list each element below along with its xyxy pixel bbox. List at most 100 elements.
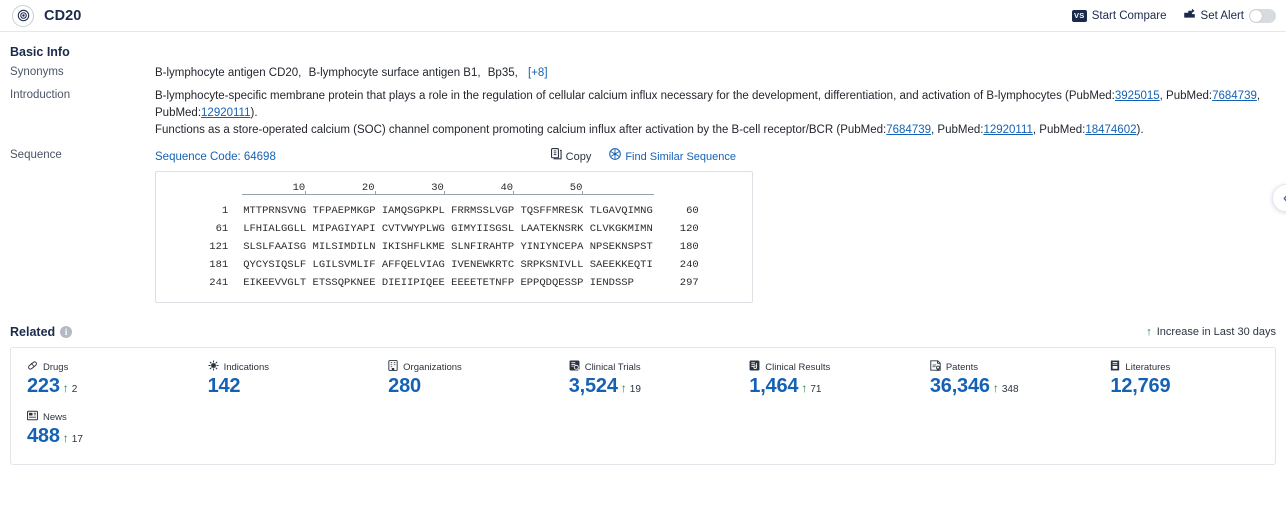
alert-toggle[interactable] [1249, 8, 1276, 23]
up-arrow-icon: ↑ [620, 381, 627, 395]
intro-text: , PubMed: [1159, 90, 1213, 102]
stat-header: Clinical Results [749, 360, 914, 374]
clinical-trial-icon [569, 360, 580, 374]
find-similar-sequence-button[interactable]: Find Similar Sequence [609, 148, 736, 166]
ruler-tick [513, 191, 515, 195]
copy-label: Copy [565, 150, 592, 163]
copy-icon [550, 148, 562, 166]
ruler-tick [443, 191, 445, 195]
stat-delta: 17 [71, 434, 83, 445]
pubmed-link[interactable]: 7684739 [886, 124, 931, 136]
stat-card-patents[interactable]: Patents 36,346 ↑ 348 [914, 360, 1095, 398]
sequence-start-index: 121 [209, 241, 229, 253]
intro-text: , PubMed: [931, 124, 984, 136]
synonym-item: Bp35, [487, 67, 518, 79]
find-similar-label: Find Similar Sequence [625, 150, 736, 163]
stat-value-row: 223 ↑ 2 [27, 375, 192, 398]
stat-delta: 348 [1001, 384, 1019, 395]
sequence-end-index: 240 [679, 259, 699, 271]
sequence-start-index: 1 [221, 205, 229, 217]
stat-label: Indications [223, 361, 269, 373]
stat-value: 1,464 [749, 375, 799, 397]
stat-label: Drugs [43, 361, 69, 373]
pubmed-link[interactable]: 3925015 [1115, 90, 1160, 102]
sequence-label: Sequence [10, 149, 62, 161]
stat-header: Organizations [388, 360, 553, 374]
related-header: Related i ↑ Increase in Last 30 days [10, 309, 1276, 347]
stat-value: 223 [27, 375, 60, 397]
synonyms-row: Synonyms B-lymphocyte antigen CD20, B-ly… [10, 65, 1276, 82]
ruler-tick [305, 191, 307, 195]
sequence-ruler: 10 20 30 40 50 [242, 180, 654, 202]
synonyms-more-link[interactable]: [+8] [528, 67, 548, 79]
stat-header: Clinical Trials [569, 360, 734, 374]
sequence-tools: Copy Find Similar Sequence [550, 148, 1276, 166]
basic-info-heading: Basic Info [10, 45, 70, 59]
intro-text: , PubMed: [1032, 124, 1086, 136]
up-arrow-icon: ↑ [62, 381, 69, 395]
ruler-tick [374, 191, 376, 195]
related-title: Related [10, 325, 56, 339]
building-icon [388, 360, 398, 374]
intro-text: ). [1136, 124, 1144, 136]
sequence-start-index: 181 [209, 259, 229, 271]
stat-value: 3,524 [568, 375, 618, 397]
legend-label: Increase in Last 30 days [1156, 326, 1276, 338]
sequence-line: 121 SLSLFAAISG MILSIMDILN IKISHFLKME SLN… [208, 238, 699, 256]
pubmed-link[interactable]: 7684739 [1212, 90, 1257, 102]
page-title: CD20 [44, 7, 82, 24]
introduction-value: B-lymphocyte-specific membrane protein t… [155, 88, 1276, 139]
pill-icon [27, 360, 38, 374]
stat-value: 142 [207, 375, 241, 397]
sequence-line: 61 LFHIALGGLL MIPAGIYAPI CVTVWYPLWG GIMY… [208, 220, 699, 238]
sequence-residues: MTTPRNSVNG TFPAEPMKGP IAMQSGPKPL FRRMSSL… [243, 205, 653, 217]
stat-value: 280 [388, 375, 421, 397]
target-icon [12, 4, 34, 27]
start-compare-button[interactable]: VS Start Compare [1071, 9, 1167, 22]
synonym-item: B-lymphocyte surface antigen B1, [308, 67, 481, 79]
synonyms-value: B-lymphocyte antigen CD20, B-lymphocyte … [155, 65, 1276, 82]
sequence-residues: QYCYSIQSLF LGILSVMLIF AFFQELVIAG IVENEWK… [243, 259, 653, 271]
copy-button[interactable]: Copy [550, 148, 592, 166]
news-icon [27, 410, 38, 424]
intro-text: Functions as a store-operated calcium (S… [155, 124, 887, 136]
intro-text: B-lymphocyte-specific membrane protein t… [155, 90, 1115, 102]
stat-value-row: 12,769 [1110, 375, 1275, 398]
sequence-table: 10 20 30 40 50 1 MTTPRNSVNG TFPAEPMKGP IAMQS… [208, 180, 699, 292]
sequence-start-index: 61 [215, 223, 229, 235]
up-arrow-icon: ↑ [801, 381, 808, 395]
stat-value-row: 280 [388, 375, 553, 398]
synonym-item: B-lymphocyte antigen CD20, [155, 67, 302, 79]
vs-icon: VS [1071, 9, 1087, 22]
pubmed-link[interactable]: 12920111 [983, 124, 1032, 136]
patent-icon [930, 360, 941, 374]
sequence-ruler-row: 10 20 30 40 50 [208, 180, 699, 202]
stat-value-row: 142 [208, 375, 373, 398]
stat-delta: 71 [810, 384, 822, 395]
stat-delta: 2 [71, 384, 78, 395]
stat-card-drugs[interactable]: Drugs 223 ↑ 2 [11, 360, 192, 398]
set-alert-button[interactable]: Set Alert [1183, 8, 1276, 23]
pubmed-link[interactable]: 18474602 [1085, 124, 1136, 136]
introduction-line-2: Functions as a store-operated calcium (S… [155, 122, 1276, 139]
sequence-end-index: 180 [679, 241, 699, 253]
sequence-code[interactable]: Sequence Code: 64698 [155, 149, 276, 166]
stat-header: News [27, 410, 192, 424]
sequence-end-index: 120 [679, 223, 699, 235]
stat-card-news[interactable]: News 488 ↑ 17 [11, 410, 192, 448]
stat-value: 12,769 [1110, 375, 1171, 397]
stat-card-clinical-results[interactable]: Clinical Results 1,464 ↑ 71 [733, 360, 914, 398]
stat-label: Literatures [1125, 361, 1171, 373]
info-icon[interactable]: i [60, 326, 73, 338]
stat-value-row: 488 ↑ 17 [27, 425, 192, 448]
introduction-label: Introduction [10, 89, 71, 101]
stat-header: Drugs [27, 360, 192, 374]
up-arrow-icon: ↑ [1146, 325, 1152, 338]
stat-card-clinical-trials[interactable]: Clinical Trials 3,524 ↑ 19 [553, 360, 734, 398]
stat-card-organizations[interactable]: Organizations 280 [372, 360, 553, 398]
stat-card-literatures[interactable]: Literatures 12,769 [1094, 360, 1275, 398]
pubmed-link[interactable]: 12920111 [201, 107, 250, 119]
stat-card-indications[interactable]: Indications 142 [192, 360, 373, 398]
stat-label: Organizations [403, 361, 462, 373]
stat-label: Patents [945, 361, 979, 373]
